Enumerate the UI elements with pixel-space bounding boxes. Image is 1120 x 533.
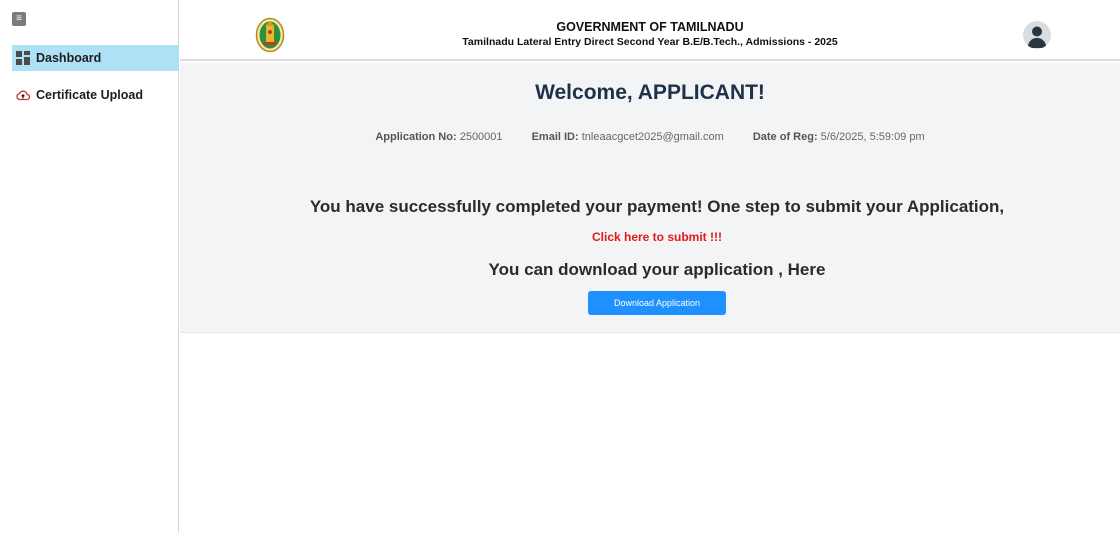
download-message: You can download your application , Here <box>488 260 826 279</box>
applicant-info-row: Application No: 2500001 Email ID: tnleaa… <box>180 131 1120 143</box>
application-number-label: Application No: <box>375 131 457 143</box>
welcome-heading: Welcome, APPLICANT! <box>535 81 765 104</box>
dashboard-panel: Welcome, APPLICANT! Application No: 2500… <box>180 63 1120 333</box>
header-title: GOVERNMENT OF TAMILNADU <box>556 20 744 34</box>
payment-success-message: You have successfully completed your pay… <box>309 197 1005 216</box>
application-number: Application No: 2500001 <box>375 131 502 143</box>
dashboard-icon <box>16 51 30 65</box>
registration-date-label: Date of Reg: <box>752 131 818 143</box>
submit-application-link[interactable]: Click here to submit !!! <box>180 230 1120 244</box>
email-value: tnleaacgcet2025@gmail.com <box>581 131 724 143</box>
application-number-value: 2500001 <box>459 131 503 143</box>
download-application-button[interactable]: Download Application <box>588 291 726 315</box>
email-label: Email ID: <box>531 131 579 143</box>
sidebar-item-label: Certificate Upload <box>36 88 143 102</box>
header-subtitle: Tamilnadu Lateral Entry Direct Second Ye… <box>462 36 838 48</box>
email-id: Email ID: tnleaacgcet2025@gmail.com <box>532 131 724 143</box>
top-header: GOVERNMENT OF TAMILNADU Tamilnadu Latera… <box>180 0 1120 61</box>
cloud-upload-icon <box>16 88 31 102</box>
app-root: ≡ Dashboard Certificate Upload GOVERNMEN… <box>0 0 1120 533</box>
user-avatar-icon[interactable] <box>1023 21 1051 49</box>
sidebar-item-certificate-upload[interactable]: Certificate Upload <box>12 82 179 108</box>
menu-toggle-button[interactable]: ≡ <box>12 12 26 26</box>
sidebar-item-dashboard[interactable]: Dashboard <box>12 45 179 71</box>
sidebar-item-label: Dashboard <box>36 51 102 65</box>
registration-date-value: 5/6/2025, 5:59:09 pm <box>820 131 925 143</box>
registration-date: Date of Reg: 5/6/2025, 5:59:09 pm <box>753 131 925 143</box>
sidebar: ≡ Dashboard Certificate Upload <box>8 0 179 533</box>
